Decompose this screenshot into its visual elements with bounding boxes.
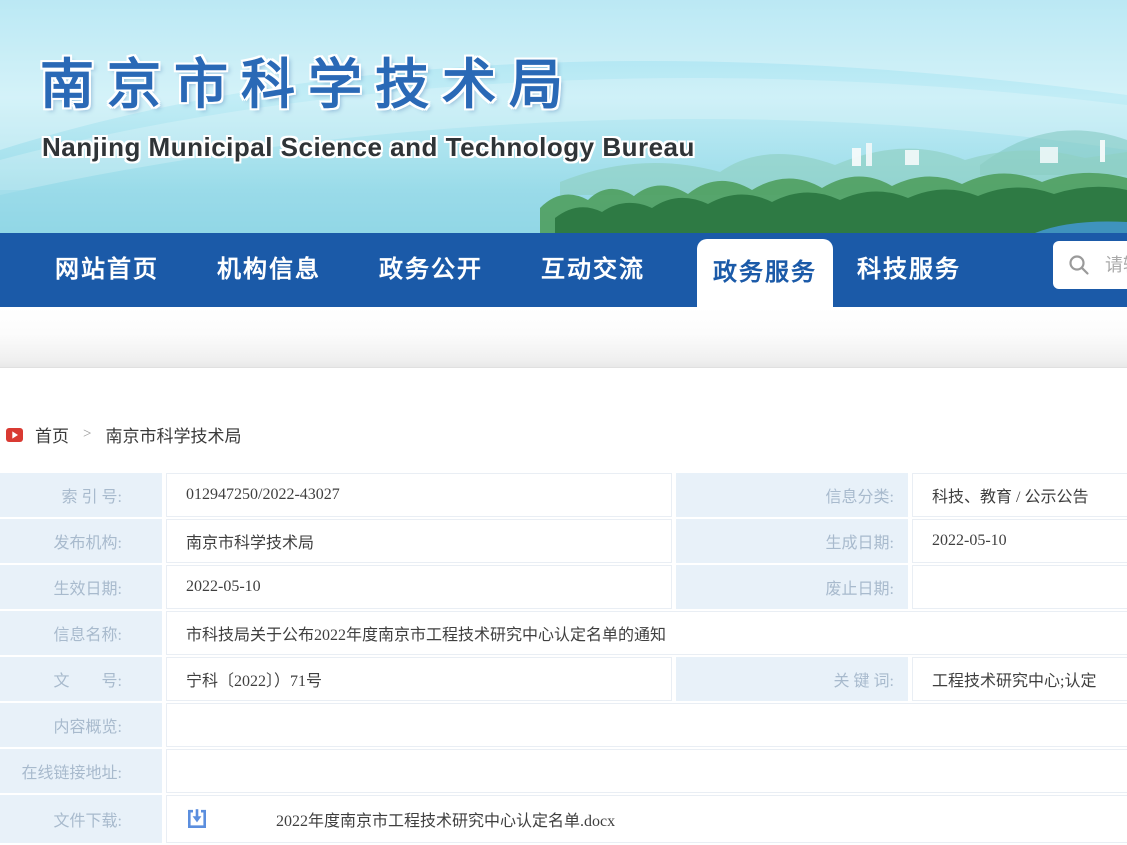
download-icon[interactable] — [186, 808, 208, 830]
publisher-value: 南京市科学技术局 — [166, 519, 672, 563]
nav-item-tech-service[interactable]: 科技服务 — [857, 233, 961, 307]
index-number-label: 索 引 号: — [0, 473, 162, 517]
table-row: 文 号: 宁科〔2022〕）71号 关 键 词: 工程技术研究中心;认定 — [0, 657, 1127, 701]
effective-date-value: 2022-05-10 — [166, 565, 672, 609]
nav-item-home[interactable]: 网站首页 — [55, 233, 159, 307]
table-row: 内容概览: — [0, 703, 1127, 747]
file-download-cell: 2022年度南京市工程技术研究中心认定名单.docx — [166, 795, 1127, 843]
doc-number-label: 文 号: — [0, 657, 162, 701]
created-date-label: 生成日期: — [676, 519, 908, 563]
document-info-table: 索 引 号: 012947250/2022-43027 信息分类: 科技、教育 … — [0, 471, 1127, 845]
info-title-value: 市科技局关于公布2022年度南京市工程技术研究中心认定名单的通知 — [166, 611, 1127, 655]
info-category-label: 信息分类: — [676, 473, 908, 517]
keywords-label: 关 键 词: — [676, 657, 908, 701]
doc-number-value: 宁科〔2022〕）71号 — [166, 657, 672, 701]
info-category-value: 科技、教育 / 公示公告 — [912, 473, 1127, 517]
expiry-date-value — [912, 565, 1127, 609]
page: 南京市科学技术局 Nanjing Municipal Science and T… — [0, 0, 1127, 845]
file-download-label: 文件下载: — [0, 795, 162, 843]
summary-value — [166, 703, 1127, 747]
site-title: 南京市科学技术局 — [40, 40, 576, 119]
breadcrumb-home-link[interactable]: 首页 — [35, 422, 69, 447]
search-input[interactable] — [1103, 254, 1127, 277]
breadcrumb: 首页 > 南京市科学技术局 — [6, 422, 1127, 447]
publisher-label: 发布机构: — [0, 519, 162, 563]
created-date-value: 2022-05-10 — [912, 519, 1127, 563]
table-row: 发布机构: 南京市科学技术局 生成日期: 2022-05-10 — [0, 519, 1127, 563]
table-row: 索 引 号: 012947250/2022-43027 信息分类: 科技、教育 … — [0, 473, 1127, 517]
header-banner: 南京市科学技术局 Nanjing Municipal Science and T… — [0, 0, 1127, 233]
expiry-date-label: 废止日期: — [676, 565, 908, 609]
nav-item-interaction[interactable]: 互动交流 — [541, 233, 645, 307]
table-row: 文件下载: 2022年度南京市工程技术研究中心认定名单.docx — [0, 795, 1127, 843]
breadcrumb-current: 南京市科学技术局 — [105, 422, 241, 447]
effective-date-label: 生效日期: — [0, 565, 162, 609]
download-file-link[interactable]: 2022年度南京市工程技术研究中心认定名单.docx — [276, 807, 615, 831]
breadcrumb-play-badge-icon — [6, 428, 23, 442]
nav-item-org-info[interactable]: 机构信息 — [217, 233, 321, 307]
summary-label: 内容概览: — [0, 703, 162, 747]
main-nav: 网站首页 机构信息 政务公开 互动交流 政务服务 科技服务 — [0, 233, 1127, 307]
search-icon — [1067, 253, 1091, 277]
table-row: 信息名称: 市科技局关于公布2022年度南京市工程技术研究中心认定名单的通知 — [0, 611, 1127, 655]
table-row: 在线链接地址: — [0, 749, 1127, 793]
site-subtitle-en: Nanjing Municipal Science and Technology… — [42, 132, 695, 163]
search-box[interactable] — [1053, 241, 1127, 289]
online-link-value — [166, 749, 1127, 793]
nav-item-gov-open[interactable]: 政务公开 — [379, 233, 483, 307]
keywords-value: 工程技术研究中心;认定 — [912, 657, 1127, 701]
index-number-value: 012947250/2022-43027 — [166, 473, 672, 517]
nav-sub-band — [0, 307, 1127, 368]
breadcrumb-separator: > — [83, 426, 91, 443]
nav-item-gov-service-active[interactable]: 政务服务 — [697, 239, 833, 307]
info-title-label: 信息名称: — [0, 611, 162, 655]
table-row: 生效日期: 2022-05-10 废止日期: — [0, 565, 1127, 609]
online-link-label: 在线链接地址: — [0, 749, 162, 793]
